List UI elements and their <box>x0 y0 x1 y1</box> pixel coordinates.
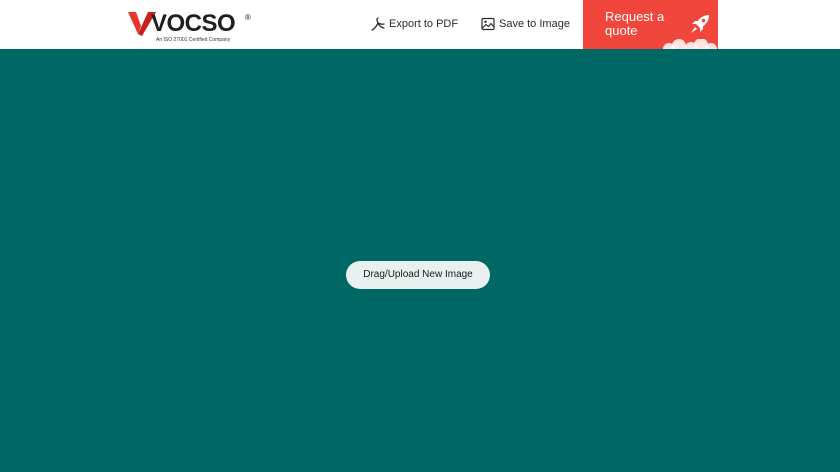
save-to-image-label: Save to Image <box>499 18 570 30</box>
logo-tagline: An ISO 27001 Certified Company <box>156 37 231 43</box>
logo-registered-mark: ® <box>245 13 251 22</box>
vocso-logo[interactable]: VOCSO ® An ISO 27001 Certified Company <box>128 9 254 45</box>
rocket-icon <box>691 15 709 33</box>
top-header: VOCSO ® An ISO 27001 Certified Company E… <box>0 0 840 49</box>
request-quote-label: Request a quote <box>605 9 665 38</box>
pdf-icon <box>371 17 385 31</box>
image-drop-canvas[interactable]: Drag/Upload New Image <box>0 49 840 472</box>
logo-wordmark: VOCSO <box>151 10 236 37</box>
image-icon <box>481 17 495 31</box>
save-to-image-link[interactable]: Save to Image <box>481 15 570 33</box>
upload-new-image-button[interactable]: Drag/Upload New Image <box>346 261 490 289</box>
export-to-pdf-link[interactable]: Export to PDF <box>371 15 458 33</box>
request-quote-button[interactable]: Request a quote <box>583 0 718 49</box>
export-to-pdf-label: Export to PDF <box>389 18 459 30</box>
cloud-decoration-icon <box>663 39 717 49</box>
